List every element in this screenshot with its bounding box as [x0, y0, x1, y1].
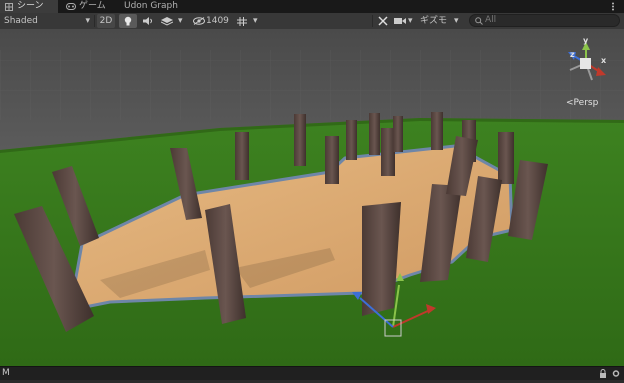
gizmos-label: ギズモ	[420, 16, 448, 26]
lock-icon[interactable]	[599, 369, 607, 383]
speaker-icon	[143, 17, 154, 25]
tab-scene-label: シーン	[17, 1, 44, 11]
projection-toggle[interactable]: <Persp	[566, 98, 598, 108]
dropdown-arrow-icon: ▾	[178, 16, 183, 26]
tab-udon-graph-label: Udon Graph	[124, 1, 178, 11]
hidden-objects-toggle[interactable]: 1409	[191, 14, 231, 28]
search-placeholder: All	[485, 15, 497, 25]
grid-icon	[5, 3, 13, 11]
window-tab-bar: シーン ゲーム Udon Graph	[0, 0, 624, 13]
axis-label-x: x	[601, 56, 607, 65]
wrench-cross-icon	[378, 16, 388, 26]
camera-settings-dropdown[interactable]: ▾	[393, 14, 416, 28]
dropdown-arrow-icon: ▾	[85, 16, 90, 26]
wooden-pillar	[431, 112, 443, 150]
wooden-pillar	[325, 136, 339, 184]
projection-label: Persp	[573, 98, 599, 108]
layers-icon	[161, 17, 173, 26]
eye-hidden-icon	[193, 17, 205, 25]
camera-icon	[394, 17, 406, 25]
hidden-objects-count: 1409	[206, 16, 229, 26]
scene-toolbar: Shaded ▾ 2D ▾ 1409 ▾ ▾ ギズモ ▾ All	[0, 13, 624, 30]
scene-viewport[interactable]: y z x <Persp	[0, 29, 624, 366]
scene-render	[0, 29, 624, 366]
shading-mode-value: Shaded	[4, 16, 38, 26]
grid-snap-icon	[237, 17, 247, 26]
search-icon	[475, 17, 483, 25]
toolbar-divider	[94, 15, 95, 27]
status-text: M	[2, 368, 10, 378]
axis-label-z: z	[570, 50, 575, 59]
wooden-pillar	[498, 132, 514, 184]
toggle-2d-button[interactable]: 2D	[97, 14, 115, 28]
dropdown-arrow-icon: ▾	[408, 16, 413, 26]
scene-lighting-toggle[interactable]	[119, 14, 137, 28]
lightbulb-icon	[124, 16, 132, 26]
wooden-pillar	[393, 116, 403, 152]
grid-snap-dropdown[interactable]: ▾	[235, 14, 263, 28]
wooden-pillar	[235, 132, 249, 180]
tab-game[interactable]: ゲーム	[62, 0, 116, 13]
dropdown-arrow-icon: ▾	[253, 16, 258, 26]
toolbar-divider	[372, 15, 373, 27]
settings-icon[interactable]	[612, 369, 620, 383]
audio-toggle[interactable]	[141, 14, 155, 28]
chevron-left-icon: <	[566, 98, 574, 108]
gamepad-icon	[66, 3, 76, 10]
shading-mode-dropdown[interactable]: Shaded ▾	[4, 14, 90, 28]
wooden-pillar	[346, 120, 357, 160]
effects-dropdown[interactable]: ▾	[159, 14, 187, 28]
wooden-pillar	[294, 114, 306, 166]
tab-udon-graph[interactable]: Udon Graph	[120, 0, 184, 13]
dropdown-arrow-icon: ▾	[454, 16, 459, 26]
wooden-pillar	[369, 113, 380, 155]
tools-button[interactable]	[376, 14, 390, 28]
status-bar: M	[0, 366, 624, 380]
scene-grid	[0, 50, 624, 120]
tab-game-label: ゲーム	[79, 1, 106, 11]
search-field[interactable]: All	[469, 14, 620, 27]
tab-scene[interactable]: シーン	[0, 0, 58, 13]
gizmos-dropdown[interactable]: ギズモ ▾	[420, 14, 464, 28]
toggle-2d-label: 2D	[99, 16, 113, 26]
window-menu-icon[interactable]	[611, 2, 615, 11]
axis-label-y: y	[583, 36, 589, 45]
wooden-pillar	[381, 128, 395, 176]
